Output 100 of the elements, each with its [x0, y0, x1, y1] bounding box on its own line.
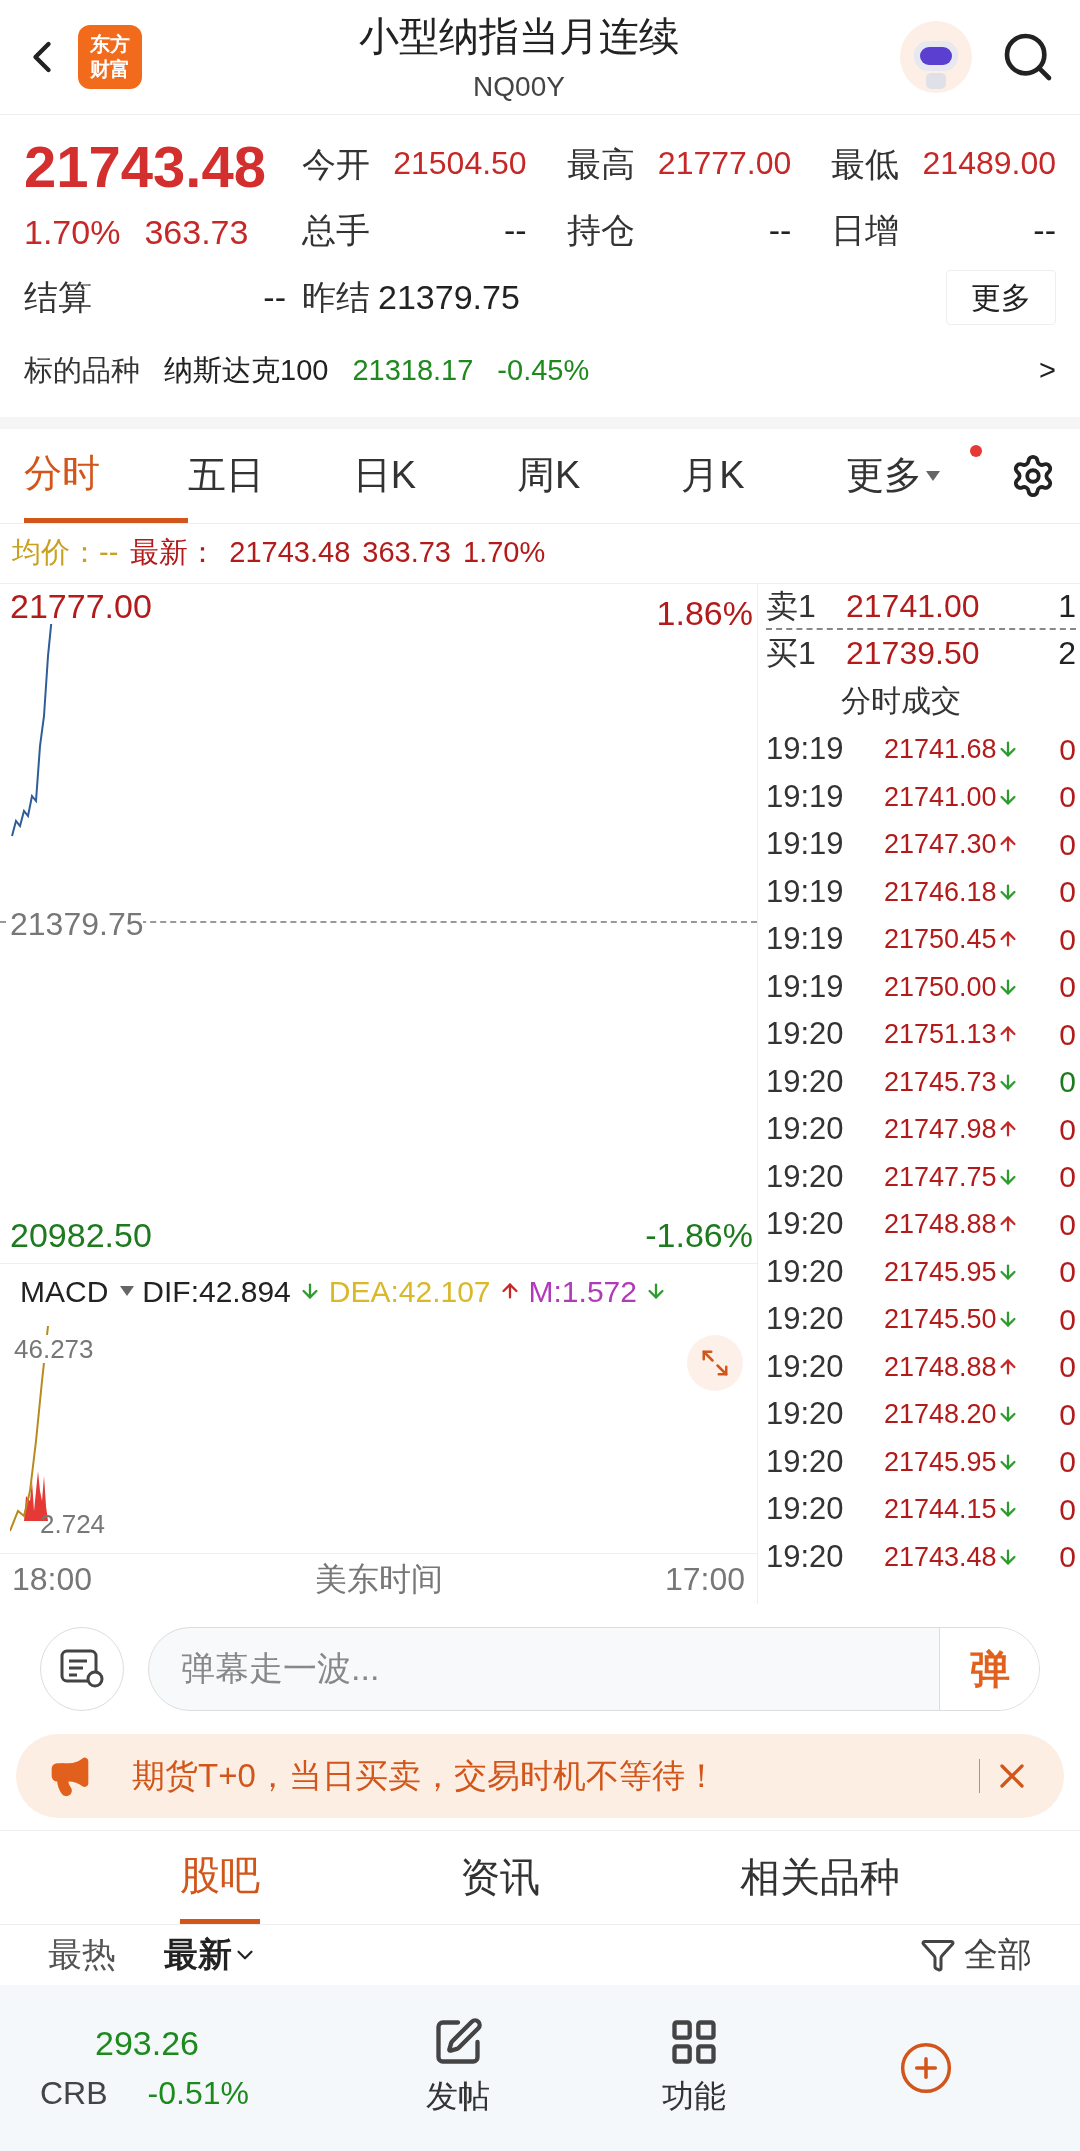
trade-time: 19:19	[766, 777, 845, 816]
trade-time: 19:19	[766, 825, 845, 863]
filter-button[interactable]: 全部	[920, 1929, 1032, 1980]
trade-time: 19:20	[766, 1347, 845, 1386]
section-tab[interactable]: 股吧	[180, 1830, 260, 1924]
axis-label: 18:00	[12, 1559, 93, 1599]
order-price: 21739.50	[846, 633, 980, 673]
dea-value: DEA:42.107	[328, 1273, 491, 1310]
latest-change: 363.73	[362, 535, 451, 571]
chevron-icon[interactable]: >	[1039, 349, 1056, 393]
stat-label: 昨结	[302, 277, 370, 318]
trade-volume: 0	[1059, 1254, 1076, 1291]
indicator-dropdown[interactable]: MACD	[20, 1268, 135, 1314]
axis-label: 1.86%	[656, 592, 753, 634]
trade-price: 21745.73	[884, 1065, 997, 1099]
change-percent: 1.70%	[24, 212, 121, 253]
axis-label: 20982.50	[10, 1214, 152, 1256]
trade-volume: 0	[1059, 1349, 1076, 1386]
trade-volume: 0	[1059, 1159, 1076, 1196]
change-amount: 363.73	[144, 212, 249, 253]
trade-volume: 0	[1059, 1206, 1076, 1243]
section-tab[interactable]: 资讯	[460, 1830, 540, 1924]
trade-price: 21741.00	[884, 780, 997, 814]
section-tab[interactable]: 相关品种	[740, 1830, 900, 1924]
underlying-change: -0.45%	[497, 353, 590, 388]
chart-tab[interactable]: 月K	[681, 428, 846, 523]
trade-price: 21747.30	[884, 828, 997, 861]
stat-value: --	[504, 209, 527, 251]
stat-label: 日增	[831, 209, 900, 251]
trade-price: 21750.45	[884, 923, 997, 956]
stat-value: --	[1033, 209, 1056, 251]
stat-value: 21489.00	[922, 144, 1056, 183]
order-quantity: 2	[1058, 633, 1076, 673]
trade-time: 19:20	[766, 1300, 845, 1338]
trade-time: 19:20	[766, 1537, 845, 1576]
trade-time: 19:20	[766, 1205, 845, 1243]
more-button[interactable]: 更多	[946, 270, 1056, 325]
page-title: 小型纳指当月连续	[359, 13, 679, 60]
trade-volume: 0	[1059, 779, 1076, 816]
chart-tab[interactable]: 周K	[517, 428, 682, 523]
trade-time: 19:20	[766, 1110, 845, 1148]
stat-value: --	[263, 277, 286, 318]
danmu-settings-icon	[60, 1648, 104, 1689]
send-danmu-button[interactable]: 弹	[939, 1627, 1039, 1710]
order-label: 买1	[766, 633, 817, 673]
underlying-label: 标的品种	[24, 353, 140, 388]
sort-option[interactable]: 最热	[48, 1929, 116, 1980]
axis-label: -1.86%	[645, 1214, 753, 1256]
trade-price: 21745.50	[884, 1303, 997, 1336]
axis-label: 17:00	[664, 1559, 745, 1599]
ticker-name: CRB	[40, 2074, 108, 2114]
promo-banner[interactable]: 期货T+0，当日买卖，交易时机不等待！	[16, 1733, 1064, 1818]
ticker-price: 293.26	[95, 2023, 200, 2065]
axis-label: 2.724	[40, 1507, 106, 1541]
trade-volume: 0	[1059, 874, 1076, 911]
chart-tab[interactable]: 分时	[24, 428, 189, 523]
trade-price: 21745.95	[884, 1255, 997, 1289]
stat-label: 最高	[566, 144, 635, 185]
trade-time: 19:19	[766, 967, 845, 1006]
sort-option[interactable]: 最新	[164, 1929, 258, 1980]
trade-volume: 0	[1059, 969, 1076, 1006]
trade-volume: 0	[1059, 921, 1076, 958]
trade-price: 21750.00	[884, 970, 997, 1004]
trade-volume: 0	[1059, 1491, 1076, 1528]
chart-tab[interactable]: 更多	[845, 428, 1010, 523]
order-label: 卖1	[766, 586, 817, 626]
trade-price: 21748.20	[884, 1398, 997, 1431]
stat-value: 21504.50	[393, 144, 527, 183]
trade-time: 19:20	[766, 1015, 845, 1053]
dif-value: DIF:42.894	[142, 1273, 291, 1310]
trade-price: 21741.68	[884, 733, 997, 766]
latest-price: 21743.48	[229, 535, 351, 571]
axis-label: 美东时间	[314, 1559, 443, 1599]
ticker-change: -0.51%	[147, 2074, 249, 2114]
trade-volume: 0	[1059, 1301, 1076, 1338]
trade-volume: 0	[1059, 1064, 1076, 1101]
trade-price: 21748.88	[884, 1208, 997, 1241]
trade-price: 21747.75	[884, 1160, 997, 1194]
expand-icon	[700, 1347, 730, 1378]
m-value: M:1.572	[528, 1273, 637, 1310]
trade-volume: 0	[1059, 731, 1076, 768]
trade-time: 19:20	[766, 1252, 845, 1291]
stat-label: 持仓	[566, 209, 635, 251]
stat-value: --	[768, 209, 792, 251]
trade-volume: 0	[1059, 1016, 1076, 1053]
danmu-input[interactable]: 弹幕走一波... 弹	[148, 1626, 1040, 1711]
trade-price: 21745.95	[884, 1445, 997, 1479]
last-price: 21743.48	[24, 133, 267, 201]
banner-text: 期货T+0，当日买卖，交易时机不等待！	[132, 1755, 718, 1796]
stat-label: 今开	[302, 144, 370, 185]
chart-tab[interactable]: 五日	[188, 428, 353, 523]
underlying-price: 21318.17	[352, 353, 474, 388]
chart-tab[interactable]: 日K	[352, 428, 517, 523]
functions-button[interactable]: 功能	[662, 2015, 726, 2120]
trade-time: 19:20	[766, 1442, 845, 1481]
trade-time: 19:19	[766, 872, 845, 911]
trade-time: 19:20	[766, 1490, 845, 1528]
app-logo: 东方 财富	[78, 25, 142, 89]
stat-value: 21777.00	[657, 144, 792, 183]
post-button[interactable]: 发帖	[426, 2015, 490, 2120]
